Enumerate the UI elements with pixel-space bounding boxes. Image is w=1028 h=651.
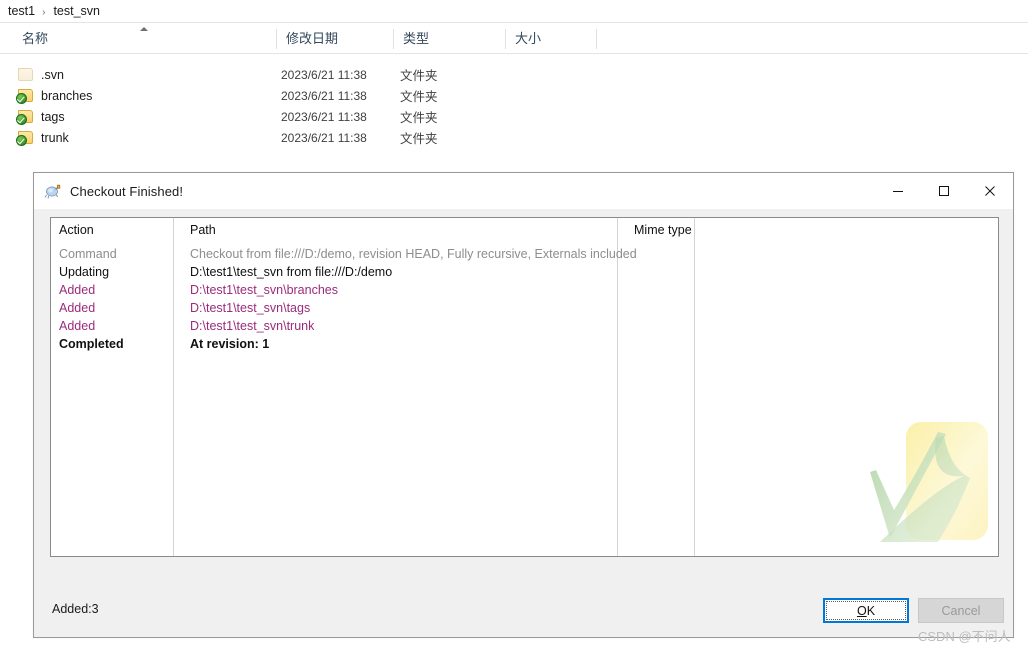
focus-rectangle <box>826 601 906 620</box>
folder-icon <box>16 130 34 146</box>
file-modified-cell: 2023/6/21 11:38 <box>281 67 367 82</box>
log-row[interactable]: Updating D:\test1\test_svn from file:///… <box>51 263 998 281</box>
ok-button[interactable]: OK <box>823 598 909 623</box>
log-path-cell: D:\test1\test_svn\trunk <box>190 319 315 333</box>
folder-icon <box>18 67 34 82</box>
file-modified-cell: 2023/6/21 11:38 <box>281 109 367 124</box>
file-name-cell[interactable]: tags <box>16 109 65 125</box>
svn-normal-check-icon <box>16 134 27 146</box>
progress-log-listview[interactable]: Action Path Mime type Command Checkout f… <box>50 217 999 557</box>
log-action-cell: Added <box>59 283 96 297</box>
file-row[interactable]: tags 2023/6/21 11:38 文件夹 <box>0 106 1028 127</box>
log-action-cell: Added <box>59 301 96 315</box>
log-path-cell: D:\test1\test_svn from file:///D:/demo <box>190 265 393 279</box>
log-path-cell: At revision: 1 <box>190 337 270 351</box>
column-divider[interactable] <box>505 29 506 49</box>
dialog-titlebar[interactable]: Checkout Finished! <box>34 173 1013 209</box>
log-action-cell: Command <box>59 247 117 261</box>
cancel-button[interactable]: Cancel <box>918 598 1004 623</box>
window-controls <box>875 173 1013 209</box>
breadcrumb-separator-icon: › <box>42 6 46 18</box>
log-column-headers: Action Path Mime type <box>51 218 998 242</box>
log-action-cell: Updating <box>59 265 110 279</box>
breadcrumb-item-2[interactable]: test_svn <box>50 3 103 19</box>
svn-normal-check-icon <box>16 92 27 104</box>
log-column-header-mime[interactable]: Mime type <box>626 218 702 242</box>
column-header-modified[interactable]: 修改日期 <box>278 24 395 54</box>
file-name-label: .svn <box>41 67 64 82</box>
file-name-label: branches <box>41 88 93 103</box>
tortoisesvn-watermark-icon <box>818 406 998 556</box>
log-row[interactable]: Completed At revision: 1 <box>51 335 998 353</box>
breadcrumb[interactable]: test1 › test_svn <box>0 0 1028 23</box>
file-type-cell: 文件夹 <box>400 132 438 146</box>
file-name-label: trunk <box>41 130 69 145</box>
file-name-cell[interactable]: branches <box>16 88 93 104</box>
log-row[interactable]: Command Checkout from file:///D:/demo, r… <box>51 245 998 263</box>
file-type-cell: 文件夹 <box>400 69 438 83</box>
sort-ascending-icon <box>140 27 148 31</box>
file-row[interactable]: .svn 2023/6/21 11:38 文件夹 <box>0 64 1028 85</box>
cancel-button-label: Cancel <box>941 603 981 618</box>
log-action-cell: Completed <box>59 337 124 351</box>
maximize-button[interactable] <box>921 173 967 209</box>
column-divider[interactable] <box>596 29 597 49</box>
file-list-column-headers: 名称 修改日期 类型 大小 <box>0 24 1028 54</box>
log-row[interactable]: Added D:\test1\test_svn\trunk <box>51 317 998 335</box>
log-path-cell: D:\test1\test_svn\tags <box>190 301 311 315</box>
tortoisesvn-icon <box>44 182 62 200</box>
svn-normal-check-icon <box>16 113 27 125</box>
log-row[interactable]: Added D:\test1\test_svn\tags <box>51 299 998 317</box>
log-column-header-path[interactable]: Path <box>182 218 617 242</box>
file-modified-cell: 2023/6/21 11:38 <box>281 130 367 145</box>
file-row[interactable]: branches 2023/6/21 11:38 文件夹 <box>0 85 1028 106</box>
file-name-cell[interactable]: trunk <box>16 130 69 146</box>
folder-icon <box>16 109 34 125</box>
close-button[interactable] <box>967 173 1013 209</box>
log-column-header-action[interactable]: Action <box>51 218 173 242</box>
file-name-cell[interactable]: .svn <box>18 67 64 82</box>
log-action-cell: Added <box>59 319 96 333</box>
file-modified-cell: 2023/6/21 11:38 <box>281 88 367 103</box>
breadcrumb-item-1[interactable]: test1 <box>5 3 38 19</box>
column-header-size[interactable]: 大小 <box>507 24 597 54</box>
dialog-title: Checkout Finished! <box>70 183 184 199</box>
status-summary: Added:3 <box>52 602 99 616</box>
folder-icon <box>16 88 34 104</box>
log-path-cell: Checkout from file:///D:/demo, revision … <box>190 247 637 261</box>
csdn-watermark: CSDN @不问人 <box>918 629 1011 644</box>
column-divider[interactable] <box>393 29 394 49</box>
file-type-cell: 文件夹 <box>400 111 438 125</box>
file-row[interactable]: trunk 2023/6/21 11:38 文件夹 <box>0 127 1028 148</box>
file-name-label: tags <box>41 109 65 124</box>
column-header-type[interactable]: 类型 <box>395 24 507 54</box>
column-divider[interactable] <box>276 29 277 49</box>
log-row[interactable]: Added D:\test1\test_svn\branches <box>51 281 998 299</box>
checkout-finished-dialog: Checkout Finished! Action Path Mime type… <box>33 172 1014 638</box>
file-type-cell: 文件夹 <box>400 90 438 104</box>
minimize-button[interactable] <box>875 173 921 209</box>
log-path-cell: D:\test1\test_svn\branches <box>190 283 338 297</box>
